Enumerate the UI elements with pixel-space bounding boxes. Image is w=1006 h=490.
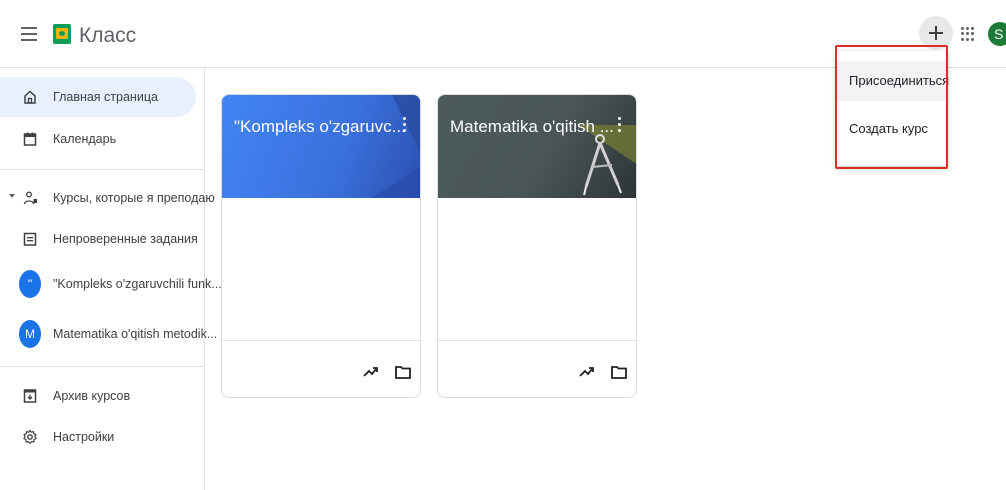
folder-icon[interactable] — [394, 363, 412, 381]
more-vert-icon[interactable] — [613, 115, 625, 135]
sidebar-item-label: Главная страница — [53, 90, 158, 104]
sidebar-item-label: Архив курсов — [53, 389, 131, 403]
trending-up-icon[interactable] — [578, 363, 596, 381]
sidebar-item-label: Календарь — [53, 132, 117, 146]
course-card-title[interactable]: Matematika o'qitish ... — [450, 117, 614, 137]
archive-icon — [23, 389, 37, 403]
sidebar-item-label: Непроверенные задания — [53, 232, 198, 246]
course-card-title[interactable]: "Kompleks o'zgaruvc... — [234, 117, 406, 137]
sidebar-item-calendar[interactable]: Календарь — [0, 119, 196, 159]
card-footer-divider — [438, 340, 636, 341]
menu-item-create-class[interactable]: Создать курс — [837, 109, 947, 149]
course-avatar: " — [19, 270, 41, 298]
caret-down-icon[interactable] — [9, 194, 15, 198]
course-card-header[interactable]: Matematika o'qitish ... — [438, 95, 636, 198]
course-card[interactable]: Matematika o'qitish ... — [437, 94, 637, 398]
sidebar-divider — [0, 366, 205, 367]
app-title: Класс — [79, 24, 137, 47]
assignment-icon — [23, 232, 37, 246]
classroom-logo-icon — [53, 24, 71, 44]
card-footer-divider — [222, 340, 420, 341]
sidebar-item-home[interactable]: Главная страница — [0, 77, 196, 117]
sidebar-item-course-matematika[interactable]: M Matematika o'qitish metodik... — [0, 314, 217, 354]
sidebar-item-label: Настройки — [53, 430, 115, 444]
more-vert-icon[interactable] — [398, 115, 410, 135]
avatar[interactable]: S — [988, 22, 1006, 46]
sidebar-item-archive[interactable]: Архив курсов — [0, 376, 196, 416]
sidebar-item-label: "Kompleks o'zgaruvchili funk... — [53, 277, 222, 291]
home-icon — [24, 90, 36, 104]
sidebar-item-label: Курсы, которые я преподаю — [53, 191, 215, 205]
course-card-header[interactable]: "Kompleks o'zgaruvc... — [222, 95, 420, 198]
menu-item-join-class[interactable]: Присоединиться — [837, 61, 949, 101]
trending-up-icon[interactable] — [362, 363, 380, 381]
sidebar-item-teaching[interactable]: Курсы, которые я преподаю — [0, 178, 215, 218]
add-menu: Присоединиться Создать курс — [837, 51, 949, 166]
sidebar: Главная страница Календарь Курсы, которы… — [0, 68, 222, 490]
apps-grid-icon[interactable] — [961, 27, 975, 41]
teaching-people-icon — [23, 191, 37, 205]
sidebar-item-course-kompleks[interactable]: " "Kompleks o'zgaruvchili funk... — [0, 264, 222, 304]
course-avatar: M — [19, 320, 41, 348]
sidebar-item-to-review[interactable]: Непроверенные задания — [0, 219, 198, 259]
sidebar-item-label: Matematika o'qitish metodik... — [53, 327, 218, 341]
sidebar-divider — [0, 169, 205, 170]
hamburger-icon[interactable] — [18, 24, 40, 46]
course-card[interactable]: "Kompleks o'zgaruvc... — [221, 94, 421, 398]
gear-icon — [23, 429, 37, 445]
plus-icon[interactable] — [919, 16, 953, 50]
folder-icon[interactable] — [610, 363, 628, 381]
calendar-icon — [23, 132, 37, 146]
card-banner-decoration — [372, 95, 420, 198]
sidebar-item-settings[interactable]: Настройки — [0, 417, 196, 457]
